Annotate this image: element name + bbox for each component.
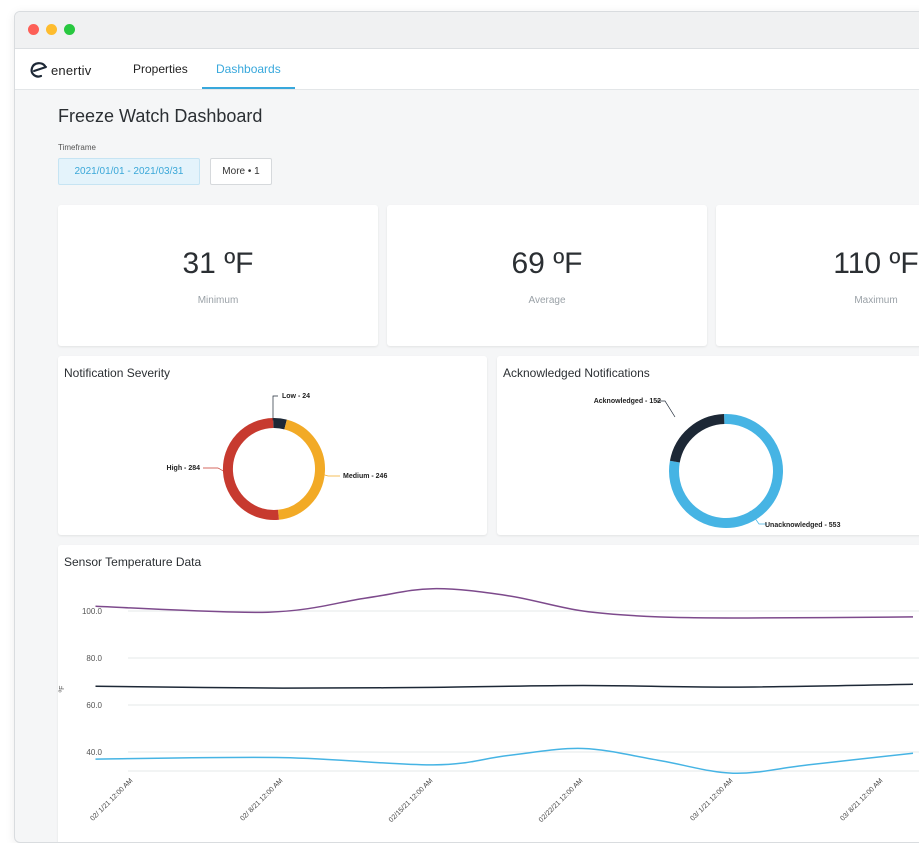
nav-tab-dashboards[interactable]: Dashboards xyxy=(202,49,295,89)
medium-slice-label: Medium - 246 xyxy=(343,473,387,480)
y-tick-label: 100.0 xyxy=(82,607,103,616)
donut-slice-low[interactable] xyxy=(273,418,287,430)
acknowledged-slice-label: Acknowledged - 152 xyxy=(594,398,661,405)
enertiv-logo[interactable]: enertiv xyxy=(29,59,91,81)
stat-card-minimum: 31 ºF Minimum xyxy=(58,205,378,346)
donut-slice-acknowledged[interactable] xyxy=(669,414,725,463)
donut-slice-high[interactable] xyxy=(222,418,279,520)
stat-label: Minimum xyxy=(197,295,239,306)
severity-card: Notification Severity Low - 24 Medium - … xyxy=(58,356,487,535)
more-filters-button[interactable]: More • 1 xyxy=(210,158,272,185)
acknowledged-card: Acknowledged Notifications Unacknowledge… xyxy=(497,356,919,535)
stat-label: Maximum xyxy=(854,295,898,306)
page-title: Freeze Watch Dashboard xyxy=(58,106,263,126)
logo-text: enertiv xyxy=(51,62,92,78)
stat-label: Average xyxy=(528,295,566,306)
stat-value: 31 ºF xyxy=(182,247,254,280)
high-slice-label: High - 284 xyxy=(167,465,201,472)
stat-value: 110 ºF xyxy=(833,247,919,280)
low-leader-line xyxy=(272,395,279,421)
unacknowledged-slice-label: Unacknowledged - 553 xyxy=(765,522,841,529)
x-tick-label: 03/ 1/21 12:00 AM xyxy=(689,777,734,822)
enertiv-logo-icon xyxy=(30,62,47,78)
x-tick-label: 02/ 8/21 12:00 AM xyxy=(239,777,284,822)
series-line-0[interactable] xyxy=(95,587,914,619)
series-line-1[interactable] xyxy=(95,683,914,689)
x-tick-label: 02/22/21 12:00 AM xyxy=(538,777,585,824)
x-tick-label: 03/ 8/21 12:00 AM xyxy=(839,777,884,822)
close-window-button[interactable] xyxy=(28,24,39,35)
donut-slice-medium[interactable] xyxy=(277,419,325,520)
timeframe-button[interactable]: 2021/01/01 - 2021/03/31 xyxy=(58,158,200,185)
sensor-card: Sensor Temperature Data 100.0 80.0 60.0 40.… xyxy=(58,545,919,842)
browser-window: enertiv Properties Dashboards Freeze Wat… xyxy=(14,11,919,843)
top-navbar: enertiv Properties Dashboards xyxy=(15,49,919,90)
minimize-window-button[interactable] xyxy=(46,24,57,35)
stat-card-maximum: 110 ºF Maximum xyxy=(716,205,919,346)
stat-value: 69 ºF xyxy=(511,247,583,280)
sensor-line-chart: 100.0 80.0 60.0 40.0 02/ 1/21 12:00 AM 02/ 8/… xyxy=(59,587,919,824)
y-tick-label: 40.0 xyxy=(86,748,102,757)
nav-tab-properties[interactable]: Properties xyxy=(133,49,188,89)
low-slice-label: Low - 24 xyxy=(282,393,310,400)
x-tick-label: 02/15/21 12:00 AM xyxy=(388,777,435,824)
acknowledged-donut-chart: Unacknowledged - 553 Acknowledged - 152 xyxy=(594,398,841,529)
high-leader-line xyxy=(203,467,226,473)
y-tick-label: 60.0 xyxy=(86,701,102,710)
window-titlebar xyxy=(15,12,919,49)
y-axis-label: ºF xyxy=(59,686,66,693)
maximize-window-button[interactable] xyxy=(64,24,75,35)
timeframe-label: Timeframe xyxy=(58,143,96,152)
stat-card-average: 69 ºF Average xyxy=(387,205,707,346)
x-tick-label: 02/ 1/21 12:00 AM xyxy=(89,777,134,822)
severity-donut-chart: Low - 24 Medium - 246 High - 284 xyxy=(167,393,387,520)
y-tick-label: 80.0 xyxy=(86,654,102,663)
